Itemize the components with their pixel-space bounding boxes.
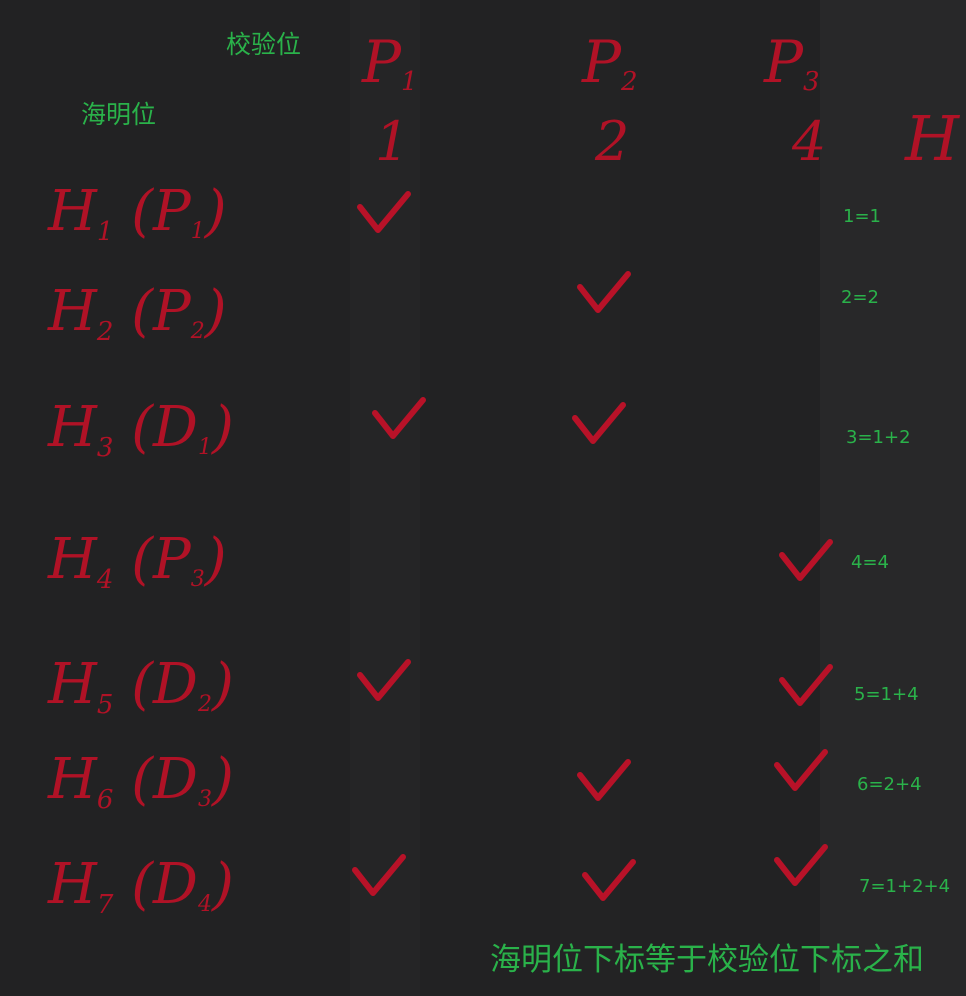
- index-sum-note: 2=2: [841, 287, 879, 308]
- check-mark: [372, 397, 426, 439]
- column-weight-1: 1: [375, 110, 409, 173]
- column-header-p1: P1: [361, 28, 418, 97]
- index-sum-note: 7=1+2+4: [859, 876, 951, 897]
- index-sum-note: 1=1: [843, 206, 881, 227]
- row-label-h5: H5 (D2): [47, 652, 234, 720]
- index-sum-note: 3=1+2: [846, 427, 911, 448]
- column-weight-2: 2: [594, 110, 629, 173]
- caption: 海明位下标等于校验位下标之和: [490, 942, 924, 978]
- row-label-h4: H4 (P3): [47, 527, 227, 595]
- whiteboard-canvas: P1 P2 P3 H 1 2 4 H1 (P1) H2 (P2) H3 (D1) H4 (P3)…: [0, 0, 966, 996]
- check-mark: [577, 759, 631, 801]
- column-headers: P1 P2 P3 H: [361, 28, 961, 175]
- handwriting-layer: P1 P2 P3 H 1 2 4 H1 (P1) H2 (P2) H3 (D1) H4 (P3)…: [47, 28, 961, 920]
- check-bits-label: 校验位: [226, 30, 302, 59]
- check-mark: [352, 854, 406, 896]
- check-mark: [779, 664, 833, 706]
- index-sum-note: 5=1+4: [854, 684, 919, 705]
- row-label-h3: H3 (D1): [47, 395, 234, 463]
- column-header-p2: P2: [581, 28, 638, 97]
- row-labels: H1 (P1) H2 (P2) H3 (D1) H4 (P3) H5 (D2) H6 (D…: [47, 179, 234, 920]
- check-mark: [779, 539, 833, 581]
- row-label-h1: H1 (P1): [47, 179, 227, 247]
- column-weights: 1 2 4: [375, 110, 826, 173]
- check-mark: [582, 859, 636, 901]
- check-mark: [774, 844, 828, 886]
- check-mark: [357, 191, 411, 233]
- index-sum-note: 4=4: [851, 552, 889, 573]
- check-mark: [572, 402, 626, 444]
- row-label-h7: H7 (D4): [47, 852, 234, 920]
- column-header-p3: P3: [763, 28, 820, 97]
- check-mark: [357, 659, 411, 701]
- row-label-h2: H2 (P2): [47, 279, 227, 347]
- check-mark: [577, 271, 631, 313]
- check-mark: [774, 749, 828, 791]
- column-weight-4: 4: [791, 110, 826, 173]
- column-header-h: H: [904, 102, 961, 175]
- hamming-bits-label: 海明位: [81, 100, 157, 129]
- check-marks: [352, 191, 833, 901]
- row-label-h6: H6 (D3): [47, 747, 234, 815]
- index-sum-note: 6=2+4: [857, 774, 922, 795]
